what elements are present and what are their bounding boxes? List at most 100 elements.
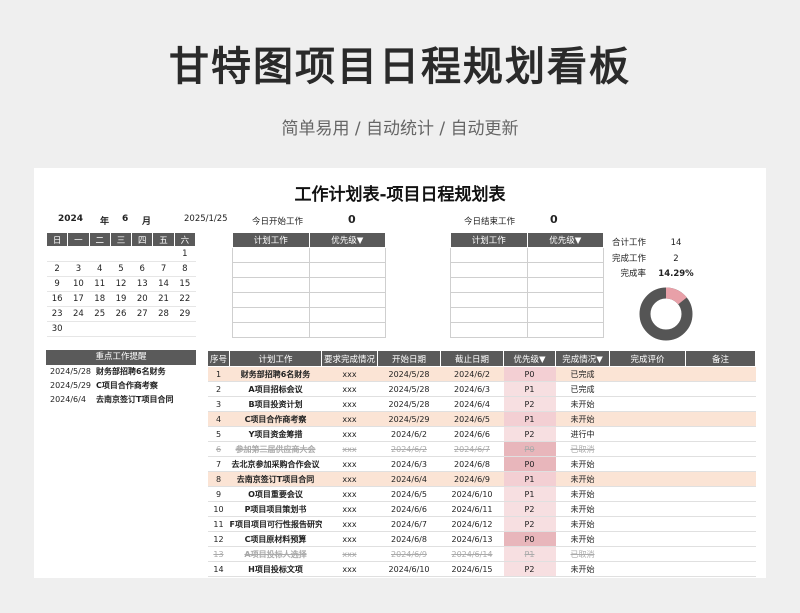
row-remark[interactable]: [685, 426, 756, 442]
calendar-day[interactable]: [152, 246, 175, 262]
row-remark[interactable]: [685, 441, 756, 457]
col-priority[interactable]: 优先级▼: [526, 232, 604, 248]
row-end-date[interactable]: 2024/6/7: [440, 441, 504, 457]
row-evaluation[interactable]: [609, 456, 686, 472]
row-status[interactable]: 未开始: [555, 411, 610, 427]
row-no[interactable]: 3: [207, 396, 230, 412]
row-priority[interactable]: P1: [503, 411, 556, 427]
col-status[interactable]: 完成情况▼: [555, 350, 610, 367]
row-requirement[interactable]: xxx: [321, 516, 378, 532]
row-requirement[interactable]: xxx: [321, 381, 378, 397]
row-evaluation[interactable]: [609, 366, 686, 382]
row-evaluation[interactable]: [609, 471, 686, 487]
calendar-day[interactable]: 6: [131, 261, 153, 277]
row-remark[interactable]: [685, 486, 756, 502]
row-start-date[interactable]: 2024/6/2: [377, 426, 441, 442]
calendar-day[interactable]: 29: [174, 306, 196, 322]
row-task[interactable]: 参加第三届供应商大会: [229, 441, 322, 457]
empty-cell[interactable]: [450, 307, 528, 323]
row-no[interactable]: 2: [207, 381, 230, 397]
row-remark[interactable]: [685, 561, 756, 577]
row-end-date[interactable]: 2024/6/13: [440, 531, 504, 547]
table-row[interactable]: 14 H项目投标文项 xxx 2024/6/10 2024/6/15 P2 未开始: [207, 561, 756, 577]
empty-cell[interactable]: [526, 247, 604, 263]
empty-cell[interactable]: [232, 262, 310, 278]
calendar-day[interactable]: 12: [110, 276, 132, 292]
row-requirement[interactable]: xxx: [321, 456, 378, 472]
calendar-day[interactable]: 24: [67, 306, 90, 322]
table-row[interactable]: 5 Y项目资金筹措 xxx 2024/6/2 2024/6/6 P2 进行中: [207, 426, 756, 442]
row-remark[interactable]: [685, 411, 756, 427]
calendar-day[interactable]: 25: [89, 306, 111, 322]
row-remark[interactable]: [685, 516, 756, 532]
empty-cell[interactable]: [232, 307, 310, 323]
calendar-day[interactable]: 21: [152, 291, 175, 307]
row-evaluation[interactable]: [609, 396, 686, 412]
row-start-date[interactable]: 2024/6/7: [377, 516, 441, 532]
empty-cell[interactable]: [232, 322, 310, 338]
row-end-date[interactable]: 2024/6/6: [440, 426, 504, 442]
row-priority[interactable]: P2: [503, 516, 556, 532]
calendar-day[interactable]: 1: [174, 246, 196, 262]
empty-cell[interactable]: [450, 262, 528, 278]
row-end-date[interactable]: 2024/6/9: [440, 471, 504, 487]
row-priority[interactable]: P0: [503, 531, 556, 547]
calendar-day[interactable]: [131, 321, 153, 337]
table-row[interactable]: 7 去北京参加采购合作会议 xxx 2024/6/3 2024/6/8 P0 未开始: [207, 456, 756, 472]
row-evaluation[interactable]: [609, 546, 686, 562]
row-remark[interactable]: [685, 531, 756, 547]
calendar-day[interactable]: 10: [67, 276, 90, 292]
row-remark[interactable]: [685, 456, 756, 472]
row-end-date[interactable]: 2024/6/11: [440, 501, 504, 517]
row-priority[interactable]: P2: [503, 561, 556, 577]
row-priority[interactable]: P1: [503, 486, 556, 502]
calendar-day[interactable]: 20: [131, 291, 153, 307]
row-start-date[interactable]: 2024/6/3: [377, 456, 441, 472]
empty-cell[interactable]: [450, 292, 528, 308]
row-status[interactable]: 进行中: [555, 426, 610, 442]
row-evaluation[interactable]: [609, 486, 686, 502]
row-requirement[interactable]: xxx: [321, 411, 378, 427]
row-evaluation[interactable]: [609, 531, 686, 547]
table-row[interactable]: 11 F项目项目可行性报告研究 xxx 2024/6/7 2024/6/12 P2 未开始: [207, 516, 756, 532]
calendar-day[interactable]: 5: [110, 261, 132, 277]
calendar-day[interactable]: 2: [46, 261, 68, 277]
calendar-day[interactable]: [131, 246, 153, 262]
year-value[interactable]: 2024: [58, 214, 83, 224]
calendar-day[interactable]: 28: [152, 306, 175, 322]
empty-cell[interactable]: [308, 247, 386, 263]
calendar-day[interactable]: [110, 246, 132, 262]
empty-cell[interactable]: [308, 277, 386, 293]
row-remark[interactable]: [685, 546, 756, 562]
row-evaluation[interactable]: [609, 501, 686, 517]
row-evaluation[interactable]: [609, 516, 686, 532]
calendar-day[interactable]: [89, 246, 111, 262]
row-start-date[interactable]: 2024/5/29: [377, 411, 441, 427]
row-priority[interactable]: P2: [503, 426, 556, 442]
calendar-day[interactable]: 18: [89, 291, 111, 307]
empty-cell[interactable]: [308, 307, 386, 323]
month-value[interactable]: 6: [122, 214, 128, 224]
empty-cell[interactable]: [308, 322, 386, 338]
row-end-date[interactable]: 2024/6/8: [440, 456, 504, 472]
calendar-day[interactable]: 8: [174, 261, 196, 277]
row-priority[interactable]: P1: [503, 471, 556, 487]
row-evaluation[interactable]: [609, 426, 686, 442]
calendar-day[interactable]: [46, 246, 68, 262]
empty-cell[interactable]: [526, 292, 604, 308]
table-row[interactable]: 1 财务部招聘6名财务 xxx 2024/5/28 2024/6/2 P0 已完成: [207, 366, 756, 382]
row-requirement[interactable]: xxx: [321, 471, 378, 487]
calendar-day[interactable]: 4: [89, 261, 111, 277]
row-no[interactable]: 12: [207, 531, 230, 547]
row-start-date[interactable]: 2024/6/6: [377, 501, 441, 517]
row-status[interactable]: 已取消: [555, 546, 610, 562]
row-no[interactable]: 6: [207, 441, 230, 457]
row-evaluation[interactable]: [609, 561, 686, 577]
row-status[interactable]: 未开始: [555, 531, 610, 547]
row-start-date[interactable]: 2024/5/28: [377, 396, 441, 412]
row-task[interactable]: 去南京签订T项目合同: [229, 471, 322, 487]
calendar-day[interactable]: 3: [67, 261, 90, 277]
row-no[interactable]: 4: [207, 411, 230, 427]
row-priority[interactable]: P2: [503, 501, 556, 517]
row-task[interactable]: A项目投标人选择: [229, 546, 322, 562]
